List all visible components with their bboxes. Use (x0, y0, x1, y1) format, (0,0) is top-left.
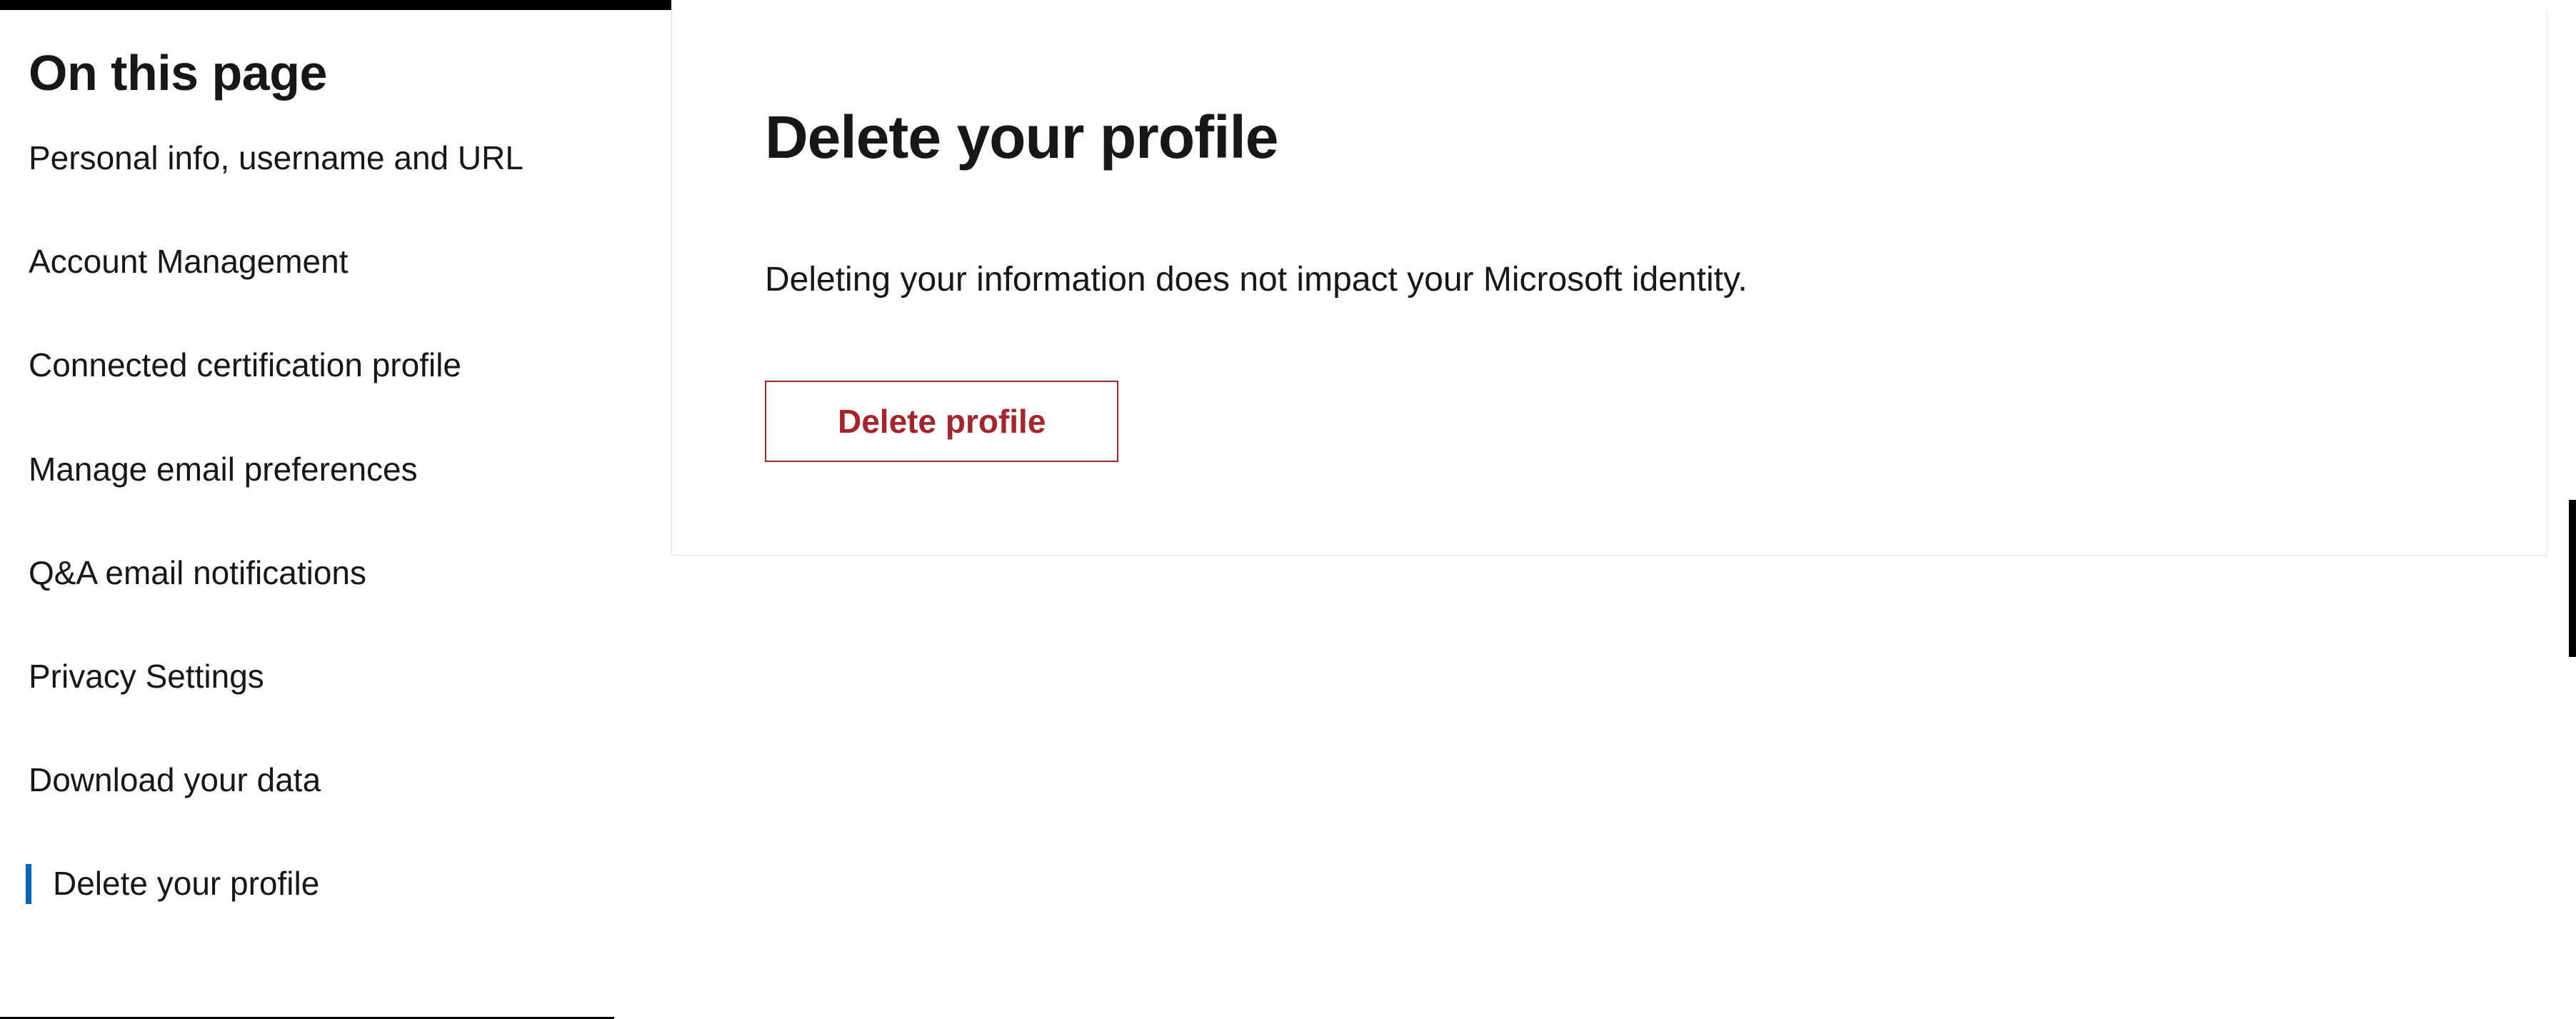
sidebar-item-delete-your-profile[interactable]: Delete your profile (26, 864, 643, 903)
sidebar-item-qa-email-notifications[interactable]: Q&A email notifications (29, 553, 643, 593)
delete-profile-card: Delete your profile Deleting your inform… (671, 10, 2547, 556)
sidebar-item-account-management[interactable]: Account Management (29, 242, 643, 281)
page-title: Delete your profile (765, 103, 2454, 172)
main-content: Delete your profile Deleting your inform… (671, 0, 2576, 1019)
sidebar-topbar (0, 0, 671, 10)
sidebar: On this page Personal info, username and… (0, 0, 671, 1019)
sidebar-item-connected-certification[interactable]: Connected certification profile (29, 346, 643, 385)
sidebar-heading: On this page (29, 44, 643, 101)
sidebar-item-download-your-data[interactable]: Download your data (29, 761, 643, 800)
sidebar-item-manage-email-preferences[interactable]: Manage email preferences (29, 450, 643, 489)
delete-profile-button[interactable]: Delete profile (765, 381, 1118, 462)
sidebar-content: On this page Personal info, username and… (0, 10, 671, 904)
sidebar-item-personal-info[interactable]: Personal info, username and URL (29, 139, 643, 178)
sidebar-item-privacy-settings[interactable]: Privacy Settings (29, 657, 643, 696)
right-edge-marker (2569, 500, 2576, 657)
sidebar-nav: Personal info, username and URL Account … (29, 139, 643, 904)
page-description: Deleting your information does not impac… (765, 258, 2454, 302)
